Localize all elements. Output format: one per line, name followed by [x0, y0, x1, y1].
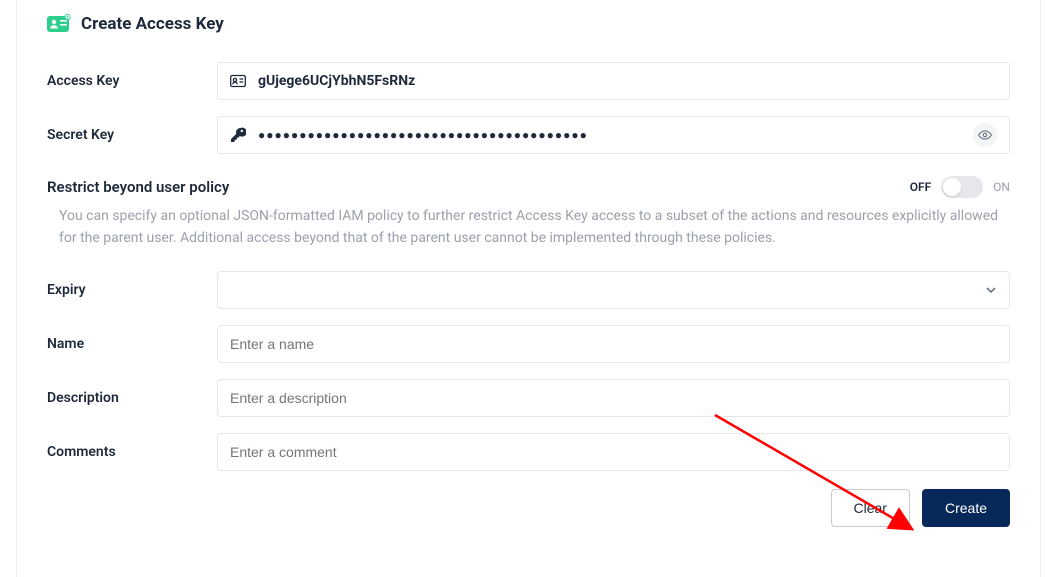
- expiry-label: Expiry: [47, 282, 197, 298]
- description-input[interactable]: [230, 390, 997, 406]
- page-header: Create Access Key: [47, 14, 1010, 34]
- description-field-wrapper: [217, 379, 1010, 417]
- key-icon: [230, 127, 246, 143]
- expiry-row: Expiry: [47, 271, 1010, 309]
- comments-field-wrapper: [217, 433, 1010, 471]
- chevron-down-icon: [985, 284, 997, 296]
- restrict-toggle-group: OFF ON: [910, 176, 1010, 198]
- restrict-toggle[interactable]: [941, 176, 983, 198]
- access-key-row: Access Key gUjege6UCjYbhN5FsRNz: [47, 62, 1010, 100]
- comments-input[interactable]: [230, 444, 997, 460]
- toggle-knob: [943, 178, 961, 196]
- restrict-section: Restrict beyond user policy OFF ON You c…: [47, 176, 1010, 249]
- restrict-description: You can specify an optional JSON-formatt…: [47, 206, 1010, 249]
- access-key-field[interactable]: gUjege6UCjYbhN5FsRNz: [217, 62, 1010, 100]
- name-row: Name: [47, 325, 1010, 363]
- comments-label: Comments: [47, 444, 197, 460]
- description-row: Description: [47, 379, 1010, 417]
- create-access-key-panel: Create Access Key Access Key gUjege6UCjY…: [16, 0, 1041, 577]
- name-label: Name: [47, 336, 197, 352]
- id-card-icon: [47, 14, 71, 34]
- toggle-on-label: ON: [993, 180, 1010, 194]
- access-key-label: Access Key: [47, 73, 197, 89]
- name-field-wrapper: [217, 325, 1010, 363]
- form-actions: Clear Create: [47, 489, 1010, 527]
- description-label: Description: [47, 390, 197, 406]
- secret-key-label: Secret Key: [47, 127, 197, 143]
- comments-row: Comments: [47, 433, 1010, 471]
- name-input[interactable]: [230, 336, 997, 352]
- restrict-title: Restrict beyond user policy: [47, 178, 229, 196]
- secret-key-masked: ●●●●●●●●●●●●●●●●●●●●●●●●●●●●●●●●●●●●●●●●: [258, 128, 961, 142]
- secret-key-field[interactable]: ●●●●●●●●●●●●●●●●●●●●●●●●●●●●●●●●●●●●●●●●: [217, 116, 1010, 154]
- page-title: Create Access Key: [81, 14, 224, 34]
- create-button[interactable]: Create: [922, 489, 1010, 527]
- secret-key-row: Secret Key ●●●●●●●●●●●●●●●●●●●●●●●●●●●●●…: [47, 116, 1010, 154]
- access-key-value: gUjege6UCjYbhN5FsRNz: [258, 73, 997, 89]
- clear-button[interactable]: Clear: [831, 489, 910, 527]
- badge-icon: [230, 74, 246, 88]
- toggle-off-label: OFF: [910, 180, 931, 194]
- expiry-select[interactable]: [217, 271, 1010, 309]
- reveal-secret-button[interactable]: [973, 123, 997, 147]
